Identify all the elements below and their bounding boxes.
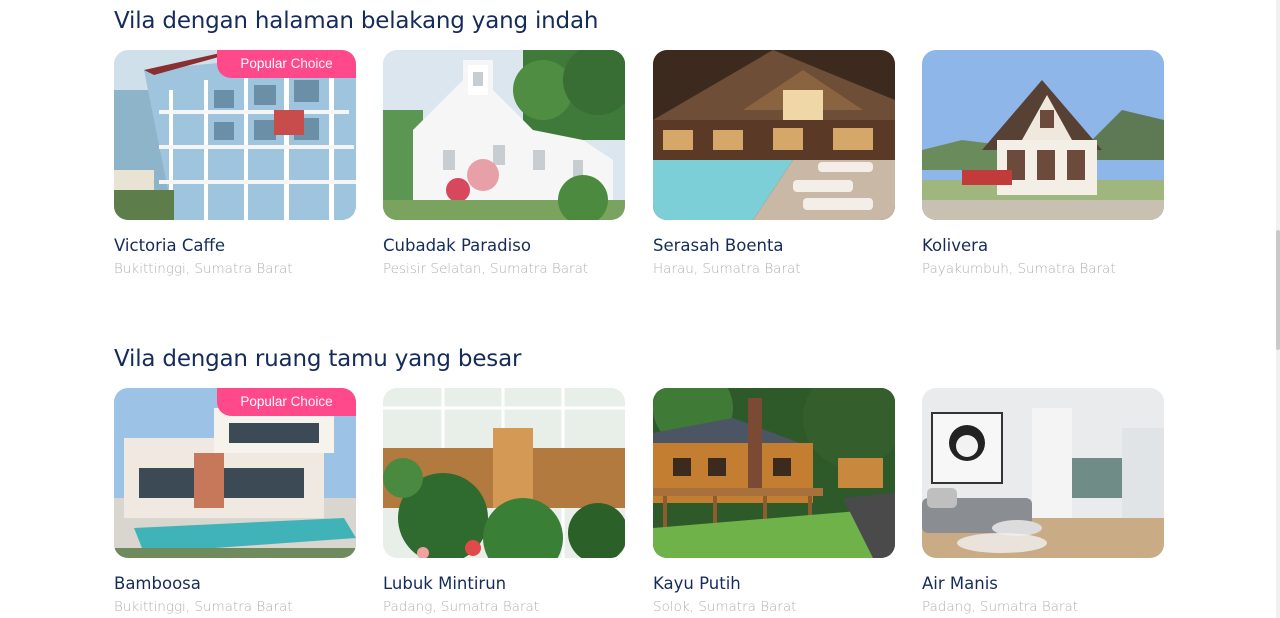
badge-label-rest: Choice: [290, 56, 333, 71]
villa-image[interactable]: [922, 388, 1164, 558]
villa-photo: [383, 388, 625, 558]
villa-card[interactable]: Kayu Putih Solok, Sumatra Barat: [653, 388, 895, 616]
villa-image[interactable]: [653, 388, 895, 558]
villa-location: Harau, Sumatra Barat: [653, 261, 801, 277]
villa-name[interactable]: Air Manis: [922, 574, 1164, 594]
villa-location: Bukittinggi, Sumatra Barat: [114, 261, 293, 277]
villa-location: Padang, Sumatra Barat: [922, 599, 1079, 615]
villa-image[interactable]: [922, 50, 1164, 220]
section-title: Vila dengan halaman belakang yang indah: [114, 8, 599, 34]
villa-card[interactable]: Kolivera Payakumbuh, Sumatra Barat: [922, 50, 1164, 278]
villa-name[interactable]: Cubadak Paradiso: [383, 236, 625, 256]
card-grid: Popular Choice Bamboosa Bukittinggi, Sum…: [114, 380, 1164, 618]
section-living-room: Vila dengan ruang tamu yang besar Popula…: [114, 338, 1164, 618]
villa-card[interactable]: Air Manis Padang, Sumatra Barat: [922, 388, 1164, 616]
popular-badge: Popular Choice: [217, 50, 356, 78]
villa-name[interactable]: Serasah Boenta: [653, 236, 895, 256]
badge-label-main: Popular: [240, 394, 287, 409]
villa-name[interactable]: Bamboosa: [114, 574, 356, 594]
villa-card[interactable]: Cubadak Paradiso Pesisir Selatan, Sumatr…: [383, 50, 625, 278]
villa-card[interactable]: Popular Choice Bamboosa Bukittinggi, Sum…: [114, 388, 356, 616]
villa-name[interactable]: Lubuk Mintirun: [383, 574, 625, 594]
villa-card[interactable]: Serasah Boenta Harau, Sumatra Barat: [653, 50, 895, 278]
villa-photo: [383, 50, 625, 220]
villa-location: Solok, Sumatra Barat: [653, 599, 797, 615]
badge-label-main: Popular: [240, 56, 287, 71]
villa-photo: [922, 388, 1164, 558]
villa-image[interactable]: [653, 50, 895, 220]
villa-location: Pesisir Selatan, Sumatra Barat: [383, 261, 589, 277]
villa-photo: [653, 388, 895, 558]
villa-name[interactable]: Kayu Putih: [653, 574, 895, 594]
villa-location: Payakumbuh, Sumatra Barat: [922, 261, 1116, 277]
card-grid: Popular Choice Victoria Caffe Bukittingg…: [114, 42, 1164, 282]
villa-image[interactable]: Popular Choice: [114, 50, 356, 220]
villa-photo: [653, 50, 895, 220]
villa-card[interactable]: Popular Choice Victoria Caffe Bukittingg…: [114, 50, 356, 278]
villa-location: Bukittinggi, Sumatra Barat: [114, 599, 293, 615]
villa-image[interactable]: Popular Choice: [114, 388, 356, 558]
section-title: Vila dengan ruang tamu yang besar: [114, 346, 522, 372]
scrollbar-track[interactable]: [1276, 0, 1280, 618]
villa-name[interactable]: Victoria Caffe: [114, 236, 356, 256]
popular-badge: Popular Choice: [217, 388, 356, 416]
badge-label-rest: Choice: [290, 394, 333, 409]
page: Vila dengan halaman belakang yang indah: [0, 0, 1280, 618]
scrollbar-thumb[interactable]: [1276, 230, 1280, 350]
villa-image[interactable]: [383, 388, 625, 558]
villa-photo: [922, 50, 1164, 220]
villa-card[interactable]: Lubuk Mintirun Padang, Sumatra Barat: [383, 388, 625, 616]
villa-location: Padang, Sumatra Barat: [383, 599, 540, 615]
section-backyard: Vila dengan halaman belakang yang indah: [114, 0, 1164, 282]
villa-name[interactable]: Kolivera: [922, 236, 1164, 256]
villa-image[interactable]: [383, 50, 625, 220]
